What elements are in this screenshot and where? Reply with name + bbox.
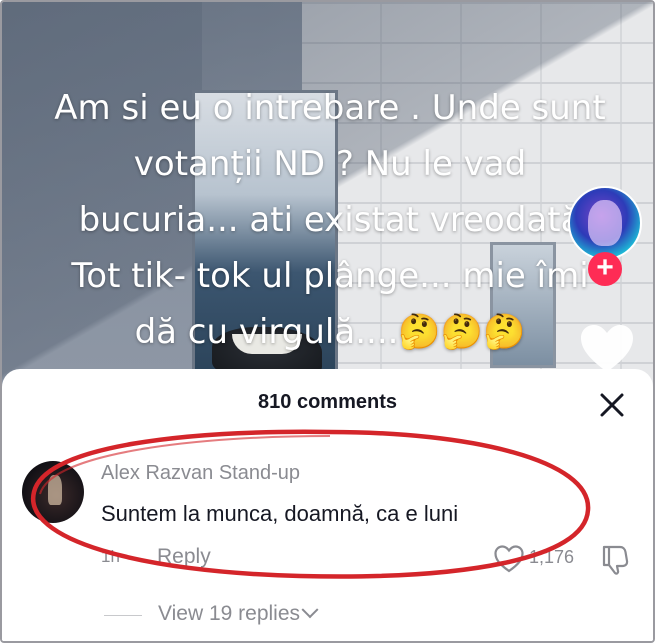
like-count: 1,176 (529, 547, 575, 567)
heart-icon[interactable] (580, 324, 634, 374)
video-caption: Am si eu o intrebare . Unde sunt votanți… (54, 88, 606, 352)
chevron-down-icon (301, 601, 319, 619)
follow-button[interactable]: + (588, 252, 622, 286)
reply-button[interactable]: Reply (157, 545, 211, 569)
comments-sheet: 810 comments Alex Razvan Stand-up Suntem… (2, 369, 653, 641)
creator-avatar[interactable] (568, 186, 642, 260)
comments-count-title: 810 comments (258, 391, 397, 413)
comment-author[interactable]: Alex Razvan Stand-up (101, 462, 300, 485)
comment-text: Suntem la munca, doamnă, ca e luni (101, 501, 459, 526)
commenter-avatar-figure (48, 475, 62, 505)
video-player[interactable]: Am si eu o intrebare . Unde sunt votanți… (2, 2, 653, 402)
view-replies-button[interactable]: View 19 replies (158, 601, 319, 626)
commenter-avatar[interactable] (22, 461, 84, 523)
screenshot-frame: Am si eu o intrebare . Unde sunt votanți… (0, 0, 655, 643)
comment-time: 1h (101, 547, 120, 566)
creator-avatar-face (588, 200, 622, 246)
view-replies-label: View 19 replies (158, 602, 301, 625)
dislike-icon[interactable] (600, 543, 630, 575)
like-heart-icon[interactable] (494, 545, 524, 573)
close-icon[interactable] (596, 389, 628, 421)
replies-divider (104, 615, 142, 616)
